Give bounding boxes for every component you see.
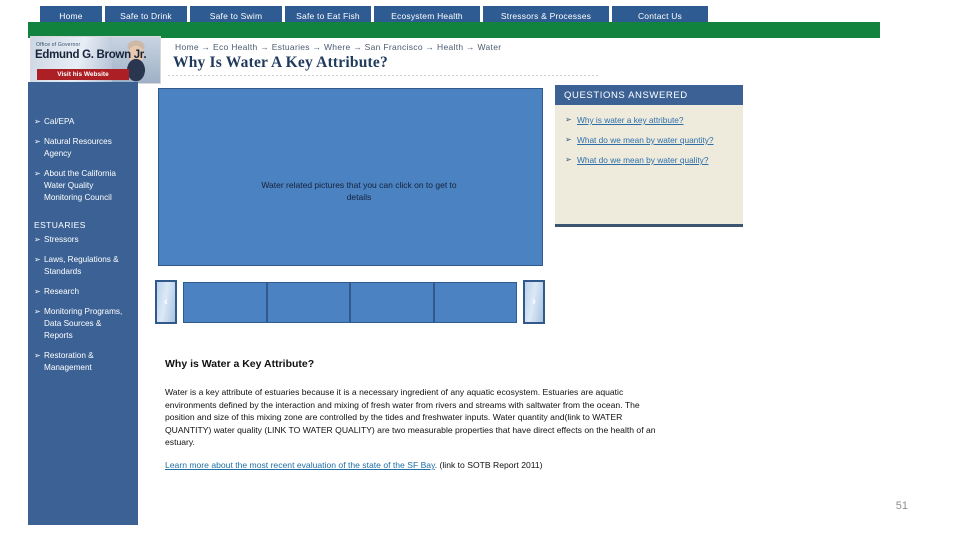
questions-answered-list: ➢ Why is water a key attribute? ➢ What do w… xyxy=(555,105,743,167)
sidebar-item-label: Natural Resources Agency xyxy=(44,137,112,158)
question-link[interactable]: ➢ Why is water a key attribute? xyxy=(565,113,733,127)
breadcrumb-item-san-francisco[interactable]: San Francisco xyxy=(365,42,423,52)
sidebar-item-monitoring-programs-data-sources-reports[interactable]: ➢ Monitoring Programs, Data Sources & Rep… xyxy=(28,306,138,342)
sidebar-estuaries-links: ➢ Stressors ➢ Laws, Regulations & Standards… xyxy=(28,234,138,374)
title-divider xyxy=(168,75,598,76)
question-link-label: Why is water a key attribute? xyxy=(577,115,684,125)
sidebar-item-cal-epa[interactable]: ➢ Cal/EPA xyxy=(28,116,138,128)
carousel-prev-icon[interactable]: ‹ xyxy=(155,280,177,324)
visit-website-button[interactable]: Visit his Website xyxy=(37,69,129,80)
breadcrumb-item-eco-health[interactable]: Eco Health xyxy=(213,42,258,52)
arrow-bullet-icon: ➢ xyxy=(565,135,572,144)
carousel-thumbnail[interactable] xyxy=(351,283,433,322)
article-heading: Why is Water a Key Attribute? xyxy=(165,358,315,370)
arrow-bullet-icon: ➢ xyxy=(34,287,41,296)
page-number: 51 xyxy=(895,500,908,512)
sidebar-agency-links: ➢ Cal/EPA ➢ Natural Resources Agency ➢ About … xyxy=(28,116,138,204)
carousel-next-icon[interactable]: › xyxy=(523,280,545,324)
breadcrumb-separator-icon: → xyxy=(257,42,272,52)
breadcrumb-item-health[interactable]: Health xyxy=(437,42,463,52)
sidebar-item-label: Laws, Regulations & Standards xyxy=(44,255,119,276)
article-link-line: Learn more about the most recent evaluat… xyxy=(165,459,725,471)
question-link-label: What do we mean by water quantity? xyxy=(577,135,714,145)
carousel-thumbnail[interactable] xyxy=(184,283,266,322)
governor-name: Edmund G. Brown Jr. xyxy=(35,49,147,61)
sidebar-item-label: Restoration & Management xyxy=(44,351,94,372)
breadcrumb-item-estuaries[interactable]: Estuaries xyxy=(272,42,310,52)
hero-caption: Water related pictures that you can clic… xyxy=(261,180,457,202)
sidebar-item-label: Cal/EPA xyxy=(44,117,75,126)
arrow-bullet-icon: ➢ xyxy=(34,137,41,146)
arrow-bullet-icon: ➢ xyxy=(34,117,41,126)
breadcrumb-separator-icon: → xyxy=(350,42,365,52)
arrow-bullet-icon: ➢ xyxy=(34,235,41,244)
carousel-thumbnail-strip xyxy=(183,282,517,323)
question-link[interactable]: ➢ What do we mean by water quantity? xyxy=(565,133,733,147)
breadcrumb-separator-icon: → xyxy=(463,42,478,52)
sidebar-item-label: Stressors xyxy=(44,235,79,244)
sidebar-item-research[interactable]: ➢ Research xyxy=(28,286,138,298)
arrow-bullet-icon: ➢ xyxy=(34,307,41,316)
sidebar-item-restoration-management[interactable]: ➢ Restoration & Management xyxy=(28,350,138,374)
sidebar-top-spacer xyxy=(28,88,138,116)
breadcrumb-separator-icon: → xyxy=(422,42,438,52)
sotb-report-link[interactable]: Learn more about the most recent evaluat… xyxy=(165,460,435,470)
breadcrumb[interactable]: Home → Eco Health → Estuaries → Where → … xyxy=(175,42,501,52)
breadcrumb-separator-icon: → xyxy=(198,42,213,52)
carousel-thumbnail[interactable] xyxy=(267,283,349,322)
sidebar-section-heading: ESTUARIES xyxy=(34,220,86,230)
carousel-thumbnail[interactable] xyxy=(434,283,516,322)
arrow-bullet-icon: ➢ xyxy=(565,155,572,164)
breadcrumb-separator-icon: → xyxy=(309,42,324,52)
sidebar-item-natural-resources-agency[interactable]: ➢ Natural Resources Agency xyxy=(28,136,138,160)
breadcrumb-item-where[interactable]: Where xyxy=(324,42,351,52)
breadcrumb-item-water[interactable]: Water xyxy=(478,42,502,52)
arrow-bullet-icon: ➢ xyxy=(34,169,41,178)
arrow-bullet-icon: ➢ xyxy=(34,255,41,264)
sidebar-item-stressors[interactable]: ➢ Stressors xyxy=(28,234,138,246)
governor-office-label: Office of Governor xyxy=(36,42,81,48)
hero-image-placeholder[interactable]: Water related pictures that you can clic… xyxy=(158,88,543,266)
sotb-report-link-suffix: . (link to SOTB Report 2011) xyxy=(434,460,543,470)
sidebar-item-about-the-california-water-quality-monitoring-council[interactable]: ➢ About the California Water Quality Moni… xyxy=(28,168,138,204)
governor-banner[interactable]: Office of Governor Edmund G. Brown Jr. V… xyxy=(30,36,161,84)
arrow-bullet-icon: ➢ xyxy=(565,115,572,124)
sidebar-item-label: Research xyxy=(44,287,80,296)
questions-answered-panel: QUESTIONS ANSWERED ➢ Why is water a key a… xyxy=(555,85,743,227)
sidebar-item-laws-regulations-standards[interactable]: ➢ Laws, Regulations & Standards xyxy=(28,254,138,278)
question-link-label: What do we mean by water quality? xyxy=(577,155,709,165)
questions-answered-heading: QUESTIONS ANSWERED xyxy=(555,85,743,105)
breadcrumb-item-home[interactable]: Home xyxy=(175,42,199,52)
sidebar-item-label: About the California Water Quality Monit… xyxy=(44,169,116,202)
page-title: Why Is Water A Key Attribute? xyxy=(173,54,388,71)
thumbnail-carousel: ‹ › xyxy=(155,280,545,326)
arrow-bullet-icon: ➢ xyxy=(34,351,41,360)
article-body: Water is a key attribute of estuaries be… xyxy=(165,387,656,448)
sidebar: ➢ Cal/EPA ➢ Natural Resources Agency ➢ About … xyxy=(28,82,138,525)
sidebar-item-label: Monitoring Programs, Data Sources & Repo… xyxy=(44,307,123,340)
question-link[interactable]: ➢ What do we mean by water quality? xyxy=(565,153,733,167)
